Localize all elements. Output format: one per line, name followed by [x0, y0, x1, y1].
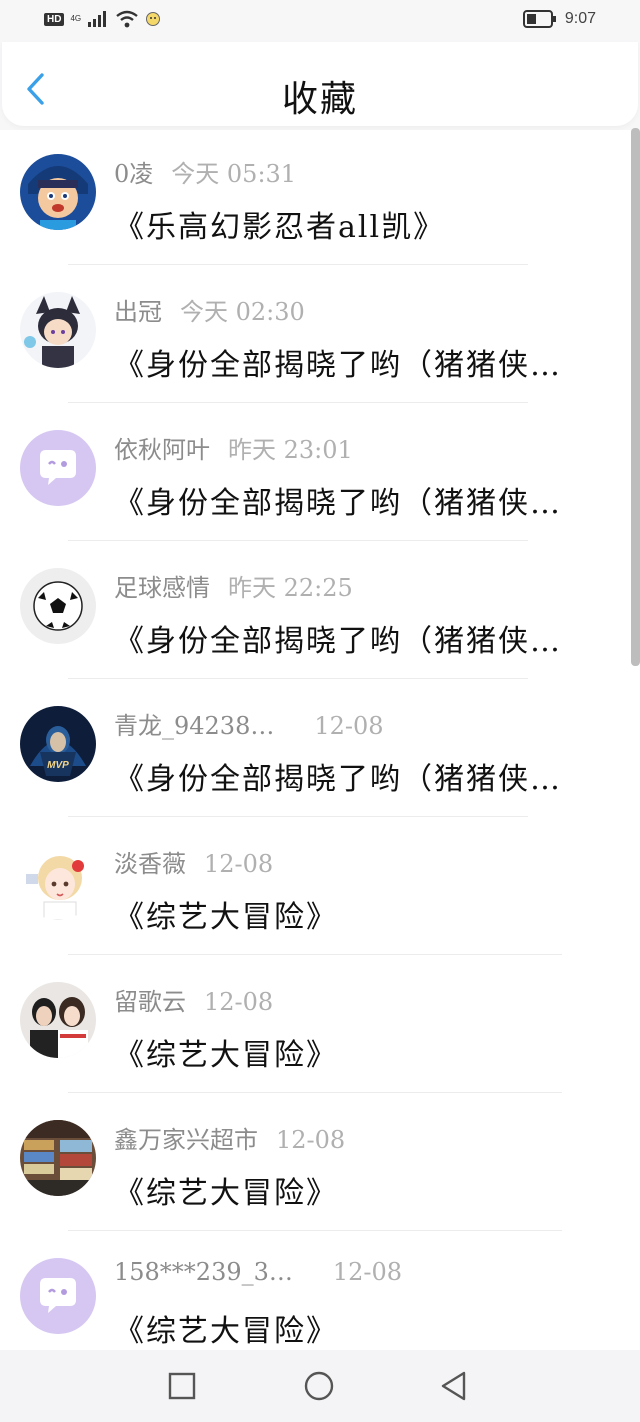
user-name[interactable]: 依秋阿叶 — [114, 436, 210, 464]
list-item[interactable]: 出冠 今天 02:30 《身份全部揭晓了哟（猪猪侠… — [0, 268, 630, 406]
square-icon[interactable] — [166, 1370, 198, 1402]
favorites-list[interactable]: 0凌 今天 05:31 《乐高幻影忍者all凯》 出冠 今天 02:30 《身份全部… — [0, 130, 640, 1350]
store-photo-avatar[interactable] — [20, 1120, 96, 1196]
divider — [68, 1092, 562, 1093]
anime-catboy-avatar[interactable] — [20, 292, 96, 368]
item-title[interactable]: 《身份全部揭晓了哟（猪猪侠… — [114, 754, 604, 798]
item-meta: 淡香薇 12-08 — [114, 844, 273, 879]
divider — [68, 678, 528, 679]
user-name[interactable]: 青龙_94238… — [114, 712, 274, 740]
hd-badge: HD — [44, 12, 65, 26]
item-time: 12-08 — [204, 850, 274, 878]
list-item[interactable]: 158***239_3… 12-08 《综艺大冒险》 — [0, 1234, 630, 1350]
user-name[interactable]: 158***239_3… — [114, 1258, 293, 1286]
user-name[interactable]: 0凌 — [114, 160, 153, 188]
divider — [68, 264, 528, 265]
item-time: 12-08 — [276, 1126, 346, 1154]
svg-text:MVP: MVP — [47, 760, 69, 771]
user-name[interactable]: 留歌云 — [114, 988, 186, 1016]
item-title[interactable]: 《综艺大冒险》 — [114, 1168, 604, 1212]
item-meta: 青龙_94238… 12-08 — [114, 706, 384, 741]
list-item[interactable]: 鑫万家兴超市 12-08 《综艺大冒险》 — [0, 1096, 630, 1234]
anime-girl-avatar[interactable] — [20, 844, 96, 920]
system-nav-bar — [0, 1350, 640, 1422]
status-right: 9:07 — [522, 10, 596, 28]
circle-icon[interactable] — [303, 1370, 335, 1402]
chat-bubble-avatar[interactable] — [20, 1258, 96, 1334]
user-name[interactable]: 淡香薇 — [114, 850, 186, 878]
battery-icon — [522, 10, 556, 28]
notification-icon — [146, 12, 161, 26]
item-time: 12-08 — [332, 1258, 403, 1286]
item-meta: 鑫万家兴超市 12-08 — [114, 1120, 345, 1155]
user-name[interactable]: 鑫万家兴超市 — [114, 1126, 258, 1154]
item-time: 12-08 — [314, 712, 384, 740]
item-title[interactable]: 《身份全部揭晓了哟（猪猪侠… — [114, 478, 604, 522]
item-title[interactable]: 《综艺大冒险》 — [114, 1306, 604, 1350]
list-item[interactable]: MVP 青龙_94238… 12-08 《身份全部揭晓了哟（猪猪侠… — [0, 682, 630, 820]
item-meta: 足球感情 昨天 22:25 — [114, 568, 353, 603]
status-bar: HD 4G 9:07 — [0, 0, 640, 42]
scrollbar[interactable] — [631, 128, 640, 666]
divider — [68, 402, 528, 403]
triangle-back-icon[interactable] — [438, 1370, 470, 1402]
page-title: 收藏 — [281, 79, 358, 120]
item-title[interactable]: 《乐高幻影忍者all凯》 — [114, 202, 604, 246]
user-name[interactable]: 足球感情 — [114, 574, 210, 602]
chat-bubble-avatar[interactable] — [20, 430, 96, 506]
app-header: 收藏 — [2, 42, 638, 126]
mvp-hero-avatar[interactable]: MVP — [20, 706, 96, 782]
item-time: 12-08 — [204, 988, 274, 1016]
status-time: 9:07 — [564, 10, 596, 27]
status-left: HD 4G — [44, 10, 161, 28]
divider — [68, 1230, 562, 1231]
list-item[interactable]: 依秋阿叶 昨天 23:01 《身份全部揭晓了哟（猪猪侠… — [0, 406, 630, 544]
item-time: 昨天 22:25 — [228, 574, 353, 602]
item-meta: 0凌 今天 05:31 — [114, 154, 296, 189]
item-time: 今天 02:30 — [180, 298, 305, 326]
item-time: 今天 05:31 — [171, 160, 297, 188]
item-time: 昨天 23:01 — [228, 436, 353, 464]
list-item[interactable]: 0凌 今天 05:31 《乐高幻影忍者all凯》 — [0, 130, 630, 268]
wifi-icon — [116, 10, 138, 28]
soccer-ball-avatar[interactable] — [20, 568, 96, 644]
cartoon-boy-avatar[interactable] — [20, 154, 96, 230]
item-meta: 158***239_3… 12-08 — [114, 1258, 402, 1286]
couple-photo-avatar[interactable] — [20, 982, 96, 1058]
list-item[interactable]: 足球感情 昨天 22:25 《身份全部揭晓了哟（猪猪侠… — [0, 544, 630, 682]
user-name[interactable]: 出冠 — [114, 298, 162, 326]
list-item[interactable]: 淡香薇 12-08 《综艺大冒险》 — [0, 820, 630, 958]
item-meta: 出冠 今天 02:30 — [114, 292, 305, 327]
divider — [68, 540, 528, 541]
network-label: 4G — [70, 14, 82, 23]
divider — [68, 816, 528, 817]
divider — [68, 954, 562, 955]
item-title[interactable]: 《身份全部揭晓了哟（猪猪侠… — [114, 616, 604, 660]
item-title[interactable]: 《综艺大冒险》 — [114, 892, 604, 936]
item-title[interactable]: 《身份全部揭晓了哟（猪猪侠… — [114, 340, 604, 384]
signal-icon — [88, 11, 107, 27]
list-item[interactable]: 留歌云 12-08 《综艺大冒险》 — [0, 958, 630, 1096]
item-meta: 留歌云 12-08 — [114, 982, 273, 1017]
item-meta: 依秋阿叶 昨天 23:01 — [114, 430, 353, 465]
item-title[interactable]: 《综艺大冒险》 — [114, 1030, 604, 1074]
